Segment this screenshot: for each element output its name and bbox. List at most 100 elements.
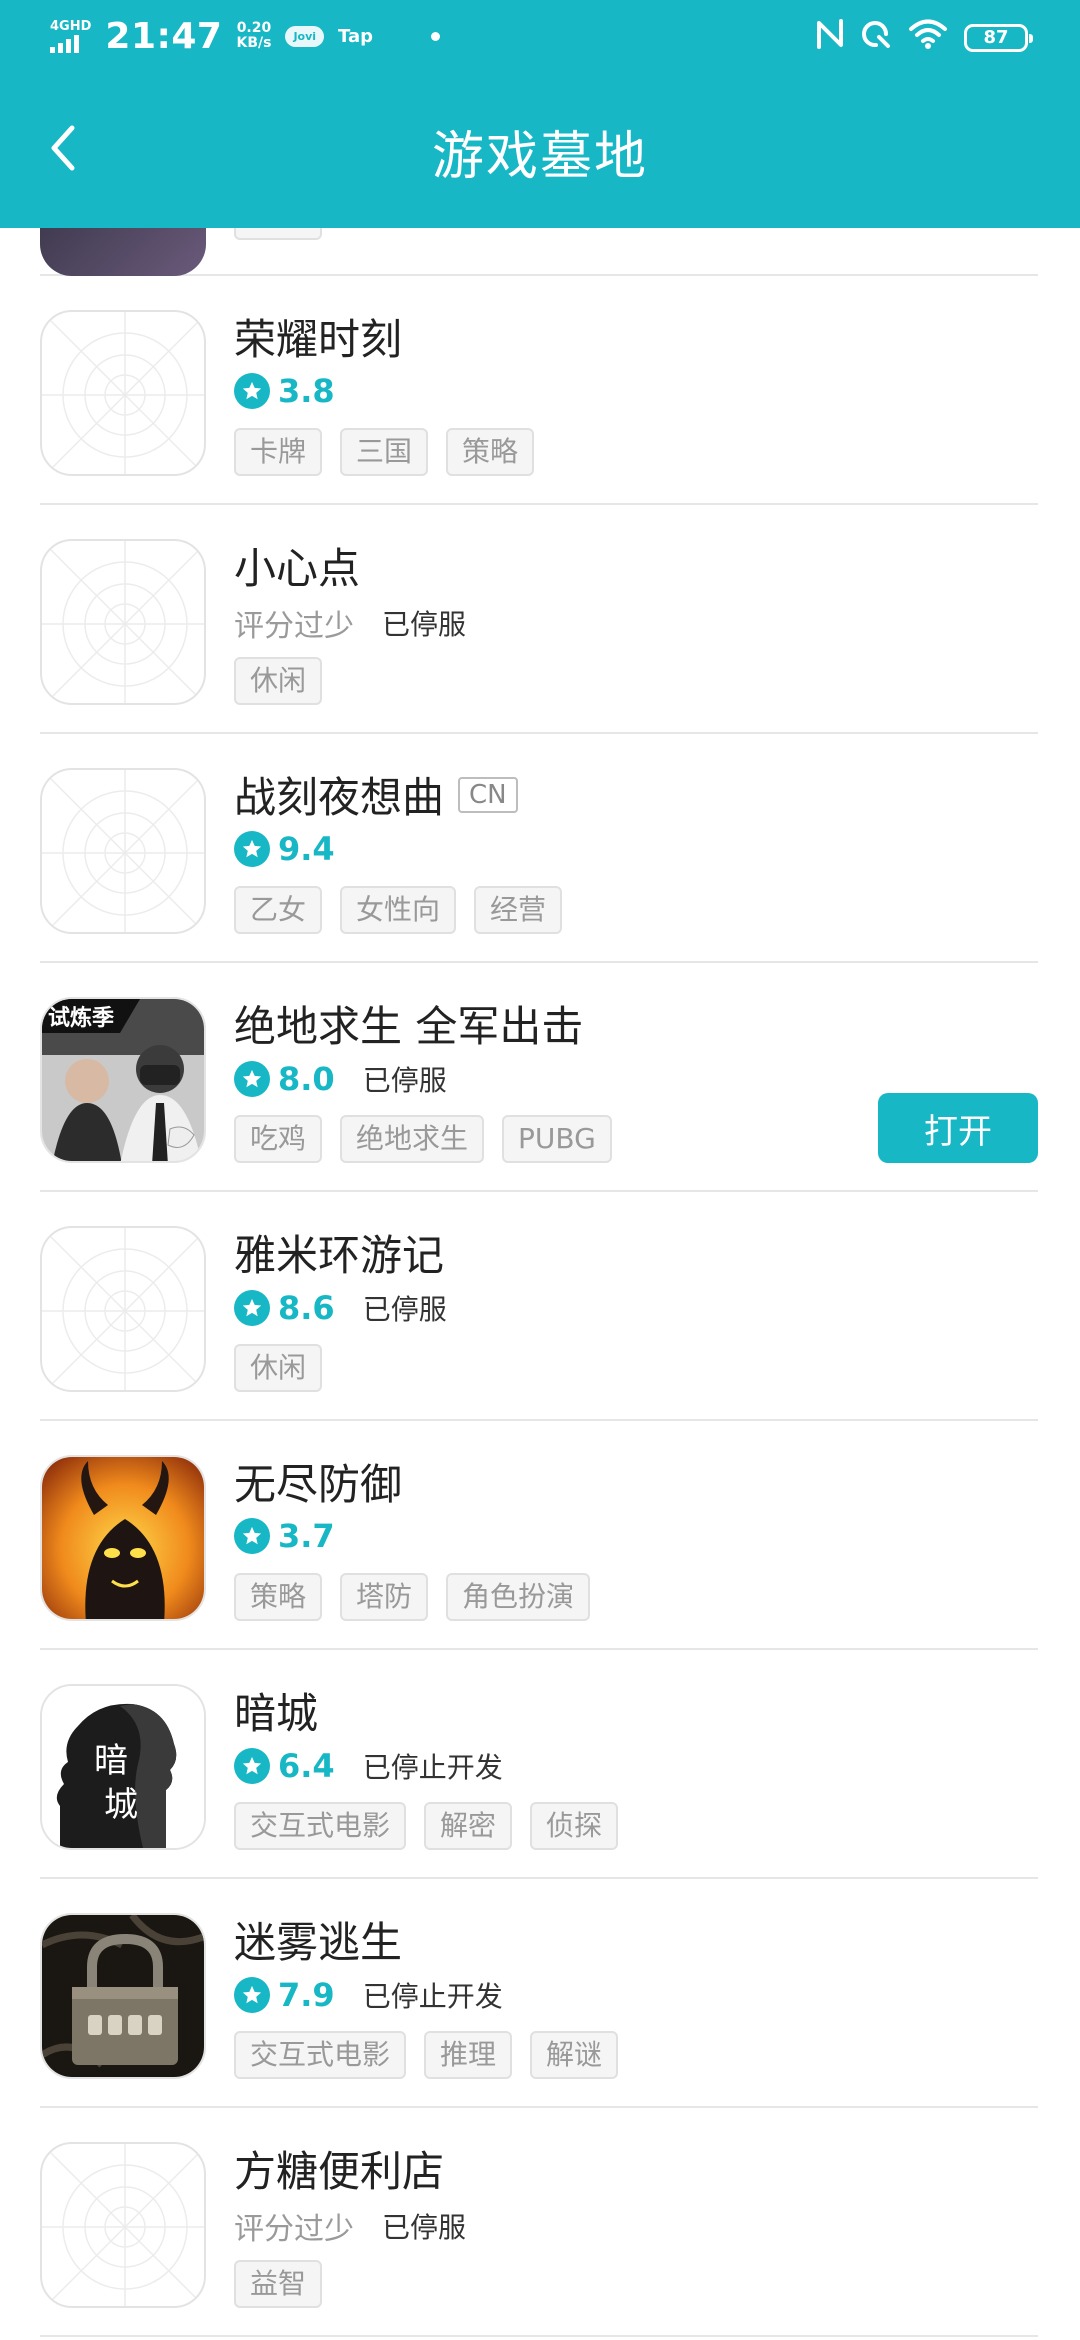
icon-title-char-1: 暗 <box>94 1741 128 1781</box>
game-meta: 6.4 已停止开发 <box>234 1746 503 1786</box>
jovi-icon: Jovi <box>285 25 325 47</box>
speed-value: 0.20 <box>236 20 272 36</box>
region-badge: CN <box>458 776 518 813</box>
game-name-wrap: 荣耀时刻 <box>234 306 402 367</box>
game-meta: 3.7 <box>234 1517 335 1555</box>
game-tag: 动作 <box>234 228 323 240</box>
game-list-item[interactable]: 方糖便利店 评分过少 已停服 益智 <box>40 2108 1038 2337</box>
game-tags: 交互式电影 推理 解谜 <box>234 2031 619 2079</box>
game-score: 3.7 <box>278 1517 335 1555</box>
speed-unit: KB/s <box>236 35 272 51</box>
demon-game-icon <box>40 1455 206 1621</box>
icon-banner-text: 试炼季 <box>48 1005 114 1031</box>
game-status: 已停服 <box>382 608 467 641</box>
game-tag[interactable]: 卡牌 <box>234 428 323 476</box>
game-tag[interactable]: 益智 <box>234 2260 323 2308</box>
game-tags: 交互式电影 解密 侦探 <box>234 1802 619 1850</box>
game-name: 小心点 <box>234 544 361 593</box>
game-tag[interactable]: 解密 <box>424 1802 513 1850</box>
game-list-item[interactable]: 迷雾逃生 7.9 已停止开发 交互式电影 推理 解谜 <box>40 1879 1038 2108</box>
game-score: 6.4 <box>278 1747 335 1785</box>
game-tag[interactable]: 交互式电影 <box>234 2031 407 2079</box>
game-status: 已停止开发 <box>362 1751 503 1784</box>
game-name-wrap: 战刻夜想曲 CN <box>234 764 518 825</box>
star-icon <box>234 373 270 409</box>
game-tags: 休闲 <box>234 657 323 705</box>
game-name: 方糖便利店 <box>234 2147 445 2196</box>
game-name-wrap: 雅米环游记 <box>234 1222 444 1283</box>
game-status: 已停服 <box>362 1064 447 1097</box>
game-meta: 3.8 <box>234 372 335 410</box>
game-name: 无尽防御 <box>234 1460 403 1509</box>
rating-text: 评分过少 <box>234 2212 354 2247</box>
game-tags: 卡牌 三国 策略 <box>234 428 535 476</box>
game-tags: 休闲 <box>234 1344 323 1392</box>
game-name: 荣耀时刻 <box>234 315 403 364</box>
star-icon <box>234 831 270 867</box>
game-tag[interactable]: 侦探 <box>530 1802 619 1850</box>
rating-text: 评分过少 <box>234 609 354 644</box>
game-name: 绝地求生 全军出击 <box>234 1002 584 1051</box>
placeholder-icon <box>40 768 206 934</box>
game-list-item[interactable]: 小心点评分过少 已停服休闲 <box>40 505 1038 734</box>
game-list-item[interactable]: 暗城暗城 6.4 已停止开发 交互式电影 解密 侦探 <box>40 1650 1038 1879</box>
game-tag[interactable]: 绝地求生 <box>340 1115 485 1163</box>
game-tags: 乙女 女性向 经营 <box>234 886 563 934</box>
network-type: 4GHD <box>50 18 92 34</box>
game-list-item[interactable]: 无尽防御 3.7 策略 塔防 角色扮演 <box>40 1421 1038 1650</box>
game-tag[interactable]: PUBG <box>502 1115 612 1163</box>
game-meta: 8.0 已停服 <box>234 1059 447 1099</box>
notification-dot-icon <box>431 31 441 41</box>
game-status: 已停止开发 <box>362 1980 503 2013</box>
game-tag[interactable]: 休闲 <box>234 1344 323 1392</box>
wifi-icon <box>908 18 948 58</box>
game-list-item[interactable]: 荣耀时刻 3.8 卡牌 三国 策略 <box>40 276 1038 505</box>
game-score: 9.4 <box>278 830 335 868</box>
game-list-item[interactable]: 雅米环游记 8.6 已停服休闲 <box>40 1192 1038 1421</box>
dark-city-game-icon: 暗城 <box>40 1684 206 1850</box>
game-tag[interactable]: 吃鸡 <box>234 1115 323 1163</box>
game-icon <box>40 228 206 276</box>
list-item-partial[interactable]: 动作 <box>40 228 1038 276</box>
game-tag[interactable]: 推理 <box>424 2031 513 2079</box>
app-header: 4GHD 21:47 0.20 KB/s Jovi Tap 87 游戏墓地 <box>0 0 1080 228</box>
star-icon <box>234 1290 270 1326</box>
star-icon <box>234 1977 270 2013</box>
game-list[interactable]: 动作 荣耀时刻3.8卡牌三国策略小心点评分过少已停服休闲战刻夜想曲CN9.4乙女… <box>0 228 1080 2340</box>
battery-level: 87 <box>983 27 1009 48</box>
game-meta: 评分过少 已停服 <box>234 601 466 645</box>
game-tag[interactable]: 乙女 <box>234 886 323 934</box>
game-tags: 吃鸡 绝地求生 PUBG <box>234 1115 612 1163</box>
game-score: 3.8 <box>278 372 335 410</box>
clock: 21:47 <box>105 15 223 57</box>
battery-icon: 87 <box>964 24 1033 52</box>
game-tag[interactable]: 角色扮演 <box>446 1573 591 1621</box>
game-list-item[interactable]: 战刻夜想曲 CN 9.4 乙女 女性向 经营 <box>40 734 1038 963</box>
placeholder-icon <box>40 1226 206 1392</box>
game-name-wrap: 方糖便利店 <box>234 2138 444 2199</box>
game-tag[interactable]: 策略 <box>234 1573 323 1621</box>
game-tag[interactable]: 三国 <box>340 428 429 476</box>
game-tag[interactable]: 解谜 <box>530 2031 619 2079</box>
game-tag[interactable]: 塔防 <box>340 1573 429 1621</box>
game-meta: 8.6 已停服 <box>234 1288 447 1328</box>
signal-bars-icon <box>50 34 79 53</box>
game-tag[interactable]: 策略 <box>446 428 535 476</box>
signal-indicator: 4GHD <box>50 20 91 53</box>
search-status-icon <box>860 18 892 58</box>
game-score: 8.6 <box>278 1289 335 1327</box>
game-tag[interactable]: 女性向 <box>340 886 457 934</box>
game-tag[interactable]: 经营 <box>474 886 563 934</box>
game-tag[interactable]: 休闲 <box>234 657 323 705</box>
star-icon <box>234 1061 270 1097</box>
game-score: 8.0 <box>278 1060 335 1098</box>
star-icon <box>234 1748 270 1784</box>
game-tags: 策略 塔防 角色扮演 <box>234 1573 591 1621</box>
game-tag[interactable]: 交互式电影 <box>234 1802 407 1850</box>
game-meta: 9.4 <box>234 830 335 868</box>
game-list-item[interactable]: 试炼季 绝地求生 全军出击 8.0 已停服吃鸡 绝地求生 PUBG 打开 <box>40 963 1038 1192</box>
game-name: 雅米环游记 <box>234 1231 445 1280</box>
star-icon <box>234 1518 270 1554</box>
nav-bar: 游戏墓地 <box>0 100 1080 200</box>
open-button[interactable]: 打开 <box>878 1093 1038 1163</box>
